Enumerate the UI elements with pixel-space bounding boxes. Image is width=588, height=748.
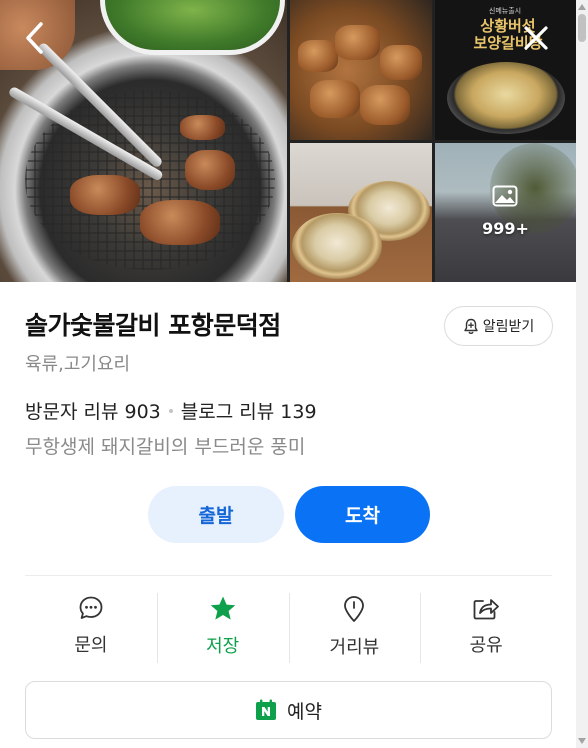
divider: [25, 575, 552, 576]
meat-piece: [180, 115, 225, 140]
soup-bowl: [447, 62, 565, 134]
separator-dot: [168, 408, 173, 413]
blog-review-label: 블로그 리뷰: [180, 401, 275, 423]
scrollbar[interactable]: [576, 0, 588, 748]
meat-piece: [360, 85, 410, 125]
photo-grilled-meat[interactable]: [290, 0, 432, 140]
naver-n-calendar-icon: [256, 699, 277, 720]
close-icon: [524, 26, 548, 50]
photo-naengmyeon[interactable]: [290, 143, 432, 282]
star-icon: [210, 596, 235, 620]
lettuce-plate: [100, 0, 285, 55]
alarm-button[interactable]: 알림받기: [444, 306, 553, 346]
depart-button[interactable]: 출발: [148, 486, 284, 543]
promo-small-text: 신메뉴출시: [488, 7, 522, 15]
save-label: 저장: [206, 636, 240, 657]
meat-piece: [70, 175, 140, 215]
inquiry-button[interactable]: 문의: [25, 593, 157, 663]
save-button[interactable]: 저장: [156, 593, 289, 663]
noodle-bowl: [292, 213, 382, 279]
place-description: 무항생제 돼지갈비의 부드러운 풍미: [25, 436, 306, 458]
meat-piece: [185, 150, 235, 190]
scroll-up-arrow[interactable]: [576, 1, 588, 13]
meat-piece: [380, 45, 422, 80]
triangle-up-icon: [578, 4, 586, 10]
alarm-label: 알림받기: [482, 319, 535, 335]
place-category: 육류,고기요리: [25, 354, 131, 375]
triangle-down-icon: [578, 738, 586, 744]
chat-bubble-icon: [79, 596, 103, 619]
visitor-review-label: 방문자 리뷰: [25, 401, 119, 423]
reserve-button[interactable]: 예약: [25, 681, 552, 739]
inquiry-label: 문의: [74, 635, 108, 656]
visitor-review-count: 903: [124, 401, 161, 423]
share-label: 공유: [469, 635, 503, 656]
bell-plus-icon: [464, 318, 478, 334]
scroll-thumb[interactable]: [578, 14, 586, 42]
blog-review-link[interactable]: 블로그 리뷰 139: [181, 397, 317, 424]
arrive-button[interactable]: 도착: [295, 486, 430, 543]
photo-gallery[interactable]: 신메뉴출시 상황버섯 보양갈비탕 999+: [0, 0, 576, 282]
share-icon: [473, 599, 500, 620]
share-button[interactable]: 공유: [420, 593, 552, 663]
reserve-label: 예약: [287, 700, 322, 723]
place-name: 솔가숯불갈비 포항문덕점: [25, 311, 281, 340]
meat-piece: [310, 80, 360, 118]
meat-piece: [298, 40, 338, 72]
street-view-label: 거리뷰: [329, 637, 380, 658]
review-summary: 방문자 리뷰 903 블로그 리뷰 139: [25, 397, 317, 424]
street-view-button[interactable]: 거리뷰: [288, 593, 421, 663]
blog-review-count: 139: [280, 401, 317, 423]
back-button[interactable]: [14, 18, 54, 58]
image-icon: [492, 185, 518, 207]
visitor-review-link[interactable]: 방문자 리뷰 903: [25, 397, 161, 424]
action-bar: 문의 저장 거리뷰 공유: [25, 593, 552, 663]
photo-count: 999+: [482, 219, 529, 238]
chevron-left-icon: [26, 22, 43, 54]
scroll-down-arrow[interactable]: [576, 735, 588, 747]
meat-piece: [140, 200, 220, 245]
photo-storefront[interactable]: 999+: [435, 143, 576, 282]
close-button[interactable]: [516, 18, 556, 58]
meat-piece: [335, 25, 380, 60]
map-pin-icon: [344, 596, 365, 622]
